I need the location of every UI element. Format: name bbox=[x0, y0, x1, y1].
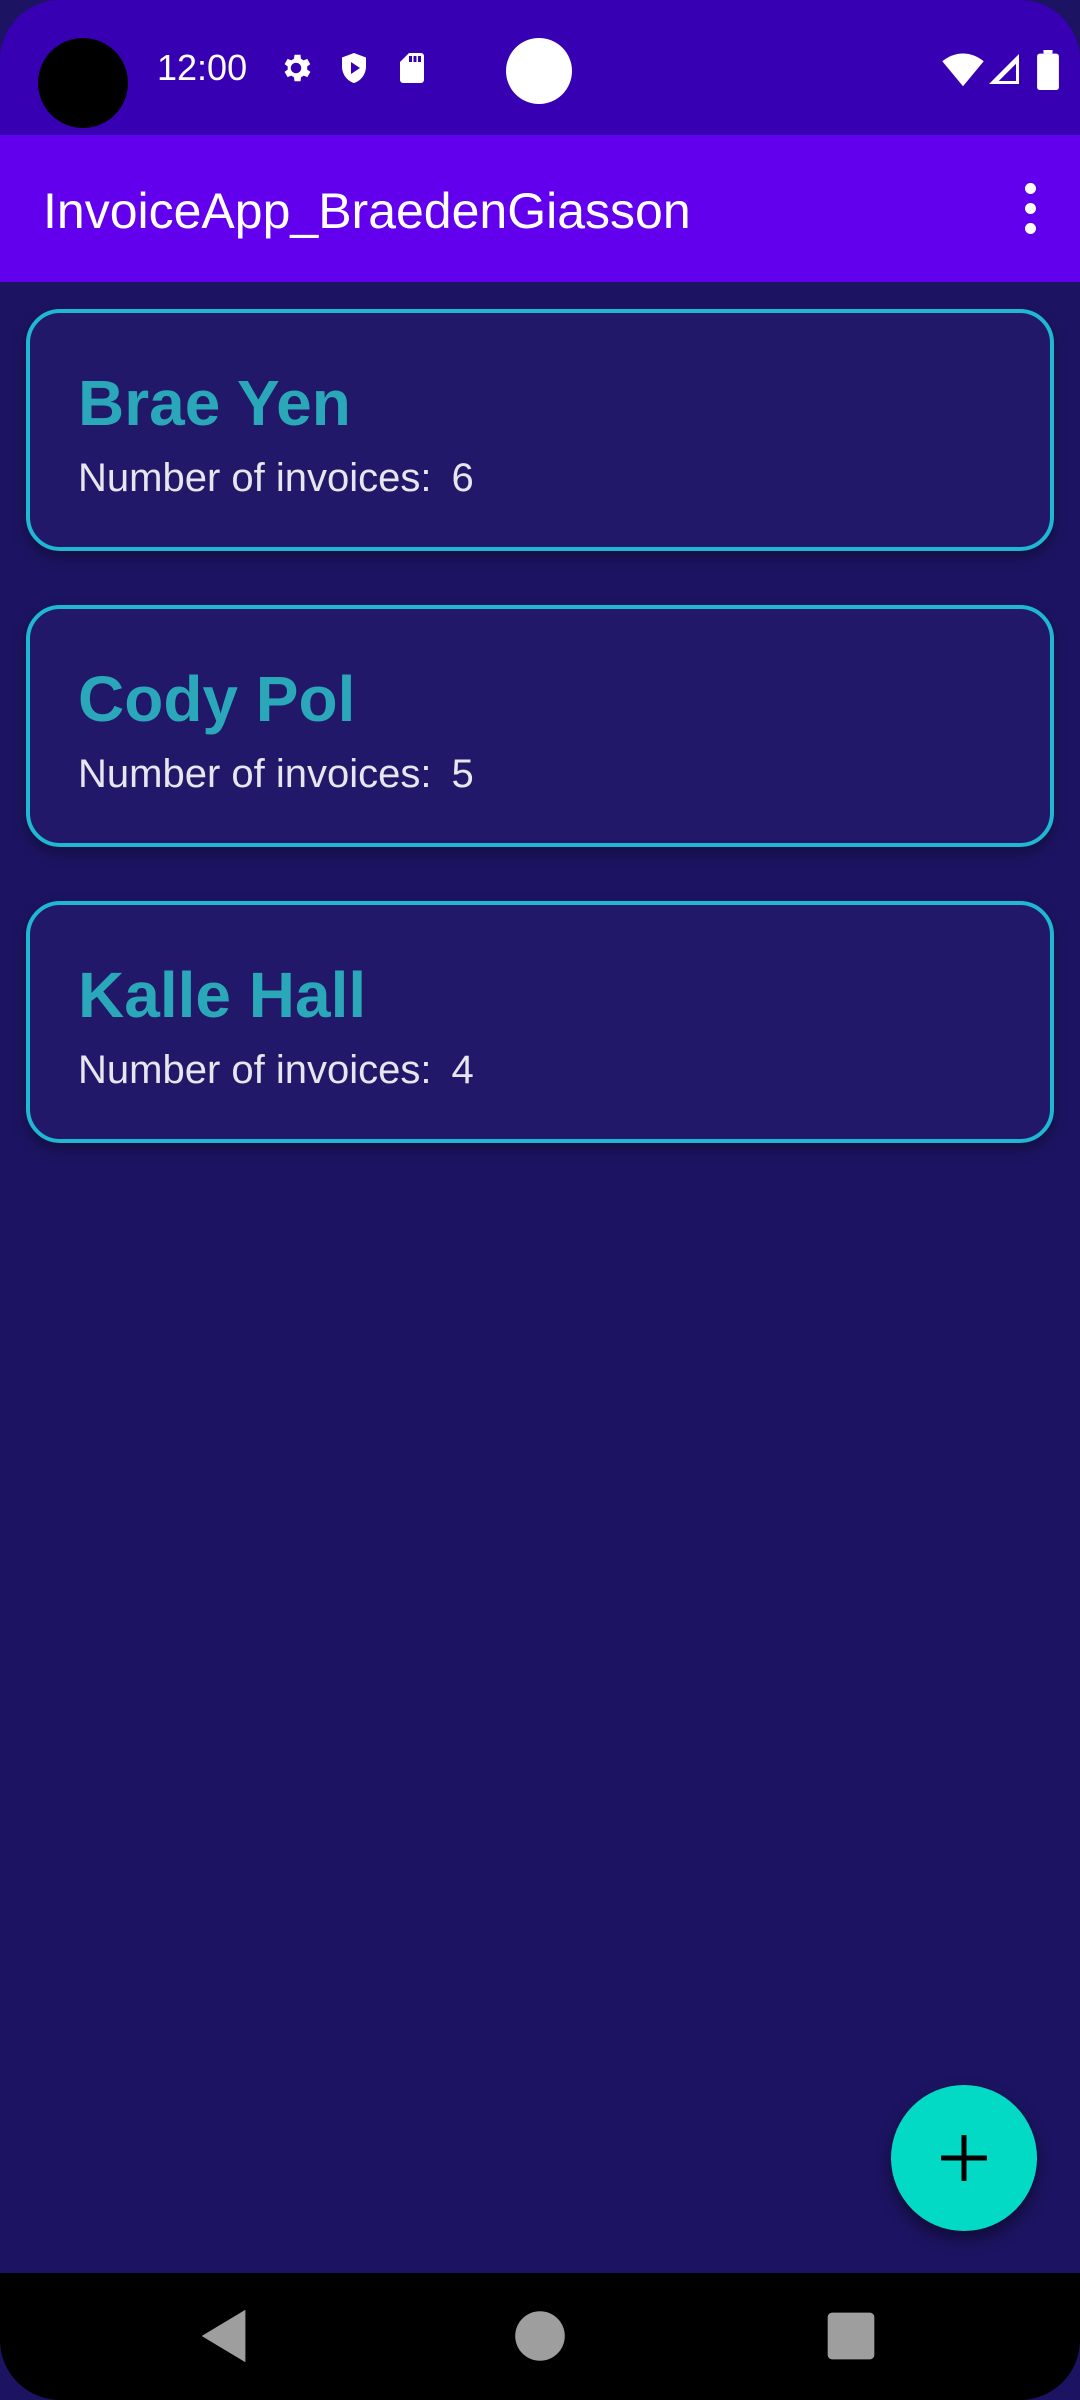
app-screen: 12:00 InvoiceApp_BraedenGiasson Brae Yen… bbox=[0, 0, 1080, 2400]
status-bar: 12:00 bbox=[0, 0, 1080, 135]
sd-card-icon bbox=[394, 50, 430, 86]
customer-list: Brae Yen Number of invoices: 6 Cody Pol N… bbox=[26, 309, 1054, 1197]
invoice-count-value: 5 bbox=[451, 752, 474, 796]
app-title: InvoiceApp_BraedenGiasson bbox=[43, 183, 691, 239]
invoice-count-label: Number of invoices: bbox=[78, 752, 432, 796]
navigation-bar bbox=[0, 2273, 1080, 2400]
shield-icon bbox=[336, 50, 372, 86]
settings-icon bbox=[278, 50, 314, 86]
customer-name: Brae Yen bbox=[78, 367, 351, 439]
back-icon[interactable] bbox=[190, 2301, 260, 2371]
invoice-count-row: Number of invoices: 5 bbox=[78, 749, 474, 799]
customer-card[interactable]: Kalle Hall Number of invoices: 4 bbox=[26, 901, 1054, 1143]
signal-icon bbox=[986, 50, 1022, 88]
plus-icon bbox=[941, 2135, 987, 2181]
wifi-icon bbox=[942, 50, 984, 88]
invoice-count-value: 6 bbox=[451, 456, 474, 500]
battery-icon bbox=[1036, 50, 1060, 90]
invoice-count-value: 4 bbox=[451, 1048, 474, 1092]
customer-card[interactable]: Brae Yen Number of invoices: 6 bbox=[26, 309, 1054, 551]
invoice-count-label: Number of invoices: bbox=[78, 1048, 432, 1092]
invoice-count-row: Number of invoices: 6 bbox=[78, 453, 474, 503]
more-vert-icon[interactable] bbox=[1000, 169, 1060, 249]
add-customer-button[interactable] bbox=[891, 2085, 1037, 2231]
customer-name: Kalle Hall bbox=[78, 959, 367, 1031]
app-bar: InvoiceApp_BraedenGiasson bbox=[0, 135, 1080, 282]
home-icon[interactable] bbox=[505, 2301, 575, 2371]
customer-card[interactable]: Cody Pol Number of invoices: 5 bbox=[26, 605, 1054, 847]
invoice-count-label: Number of invoices: bbox=[78, 456, 432, 500]
customer-name: Cody Pol bbox=[78, 663, 356, 735]
status-time: 12:00 bbox=[157, 47, 248, 88]
camera-cutout bbox=[38, 38, 128, 128]
notification-dot bbox=[506, 38, 572, 104]
recents-icon[interactable] bbox=[816, 2301, 886, 2371]
invoice-count-row: Number of invoices: 4 bbox=[78, 1045, 474, 1095]
